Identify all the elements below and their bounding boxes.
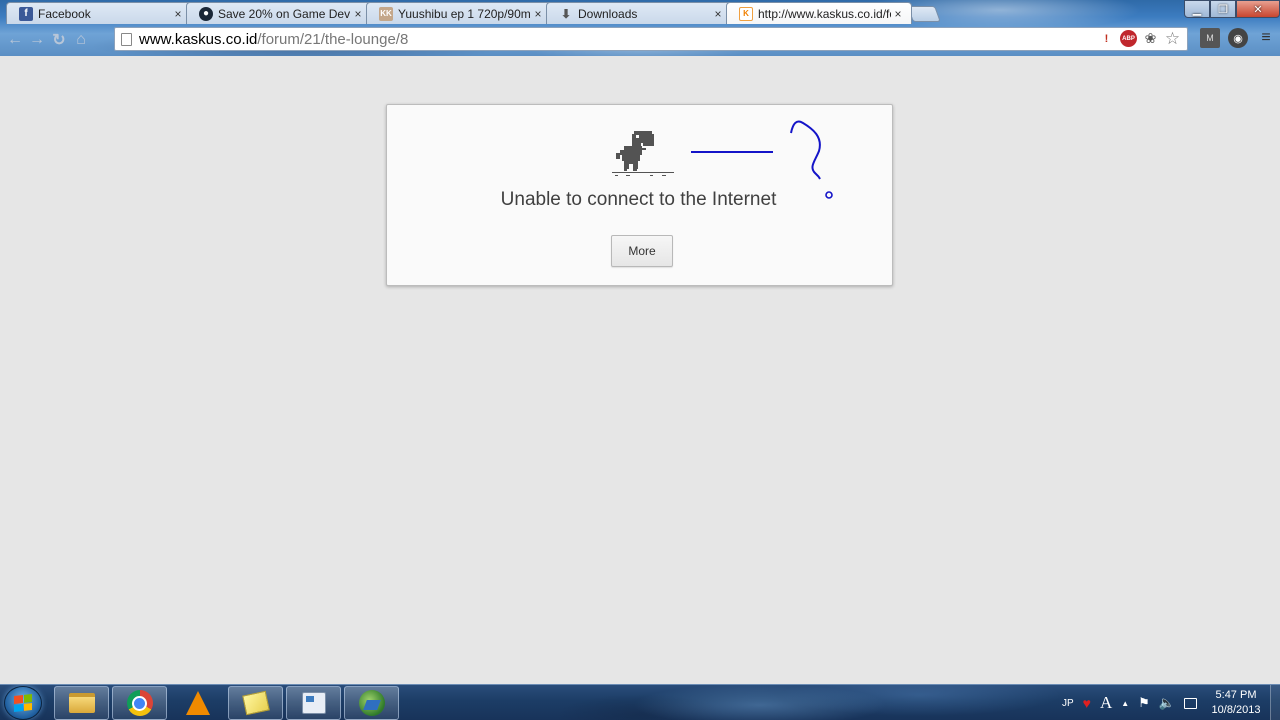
taskbar-sticky-notes[interactable] bbox=[228, 686, 283, 720]
windows-logo-icon bbox=[14, 694, 32, 712]
minimize-button[interactable]: ▁ bbox=[1184, 0, 1210, 18]
maximize-button[interactable]: ❐ bbox=[1210, 0, 1236, 18]
menu-icon[interactable]: ≡ bbox=[1256, 28, 1276, 48]
tab-close-icon[interactable]: × bbox=[711, 7, 725, 21]
language-indicator[interactable]: JP bbox=[1062, 698, 1074, 709]
action-center-flag-icon[interactable]: ⚑ bbox=[1138, 695, 1150, 711]
tab-title: Save 20% on Game Dev Tycoon bbox=[218, 6, 351, 21]
error-message: Unable to connect to the Internet bbox=[500, 189, 777, 210]
offline-dino-icon bbox=[612, 131, 674, 176]
network-icon[interactable] bbox=[1184, 697, 1197, 709]
vlc-icon bbox=[185, 691, 210, 715]
volume-icon[interactable]: 🔈 bbox=[1159, 695, 1175, 711]
clock-date: 10/8/2013 bbox=[1211, 704, 1261, 716]
omnibox-icons: ! ABP ❀ ☆ bbox=[1098, 29, 1181, 48]
url-host: www.kaskus.co.id bbox=[139, 30, 258, 48]
taskbar-remote-desktop[interactable] bbox=[286, 686, 341, 720]
reload-button[interactable]: ↻ bbox=[48, 29, 70, 51]
start-button[interactable] bbox=[4, 686, 42, 720]
m-extension-icon[interactable]: M bbox=[1200, 28, 1220, 48]
adblock-icon[interactable]: ABP bbox=[1120, 30, 1137, 47]
ime-mode-indicator[interactable]: A bbox=[1100, 693, 1112, 713]
remote-desktop-icon bbox=[301, 692, 326, 714]
show-desktop-button[interactable] bbox=[1270, 685, 1280, 720]
steam-icon: ● bbox=[199, 6, 213, 21]
tab-downloads[interactable]: ⬇ Downloads × bbox=[546, 2, 732, 24]
download-manager-icon bbox=[358, 690, 385, 716]
doodle-question-mark bbox=[790, 120, 821, 180]
page-viewport: Unable to connect to the Internet More bbox=[0, 56, 1280, 684]
tab-yuushibu[interactable]: KK Yuushibu ep 1 720p/90mb × bbox=[366, 2, 552, 24]
folder-icon bbox=[68, 693, 95, 713]
tab-title: Yuushibu ep 1 720p/90mb bbox=[398, 6, 531, 21]
clock[interactable]: 5:47 PM 10/8/2013 bbox=[1206, 688, 1266, 718]
taskbar-explorer[interactable] bbox=[54, 686, 109, 720]
chrome-icon bbox=[126, 690, 153, 716]
forward-button[interactable]: → bbox=[26, 29, 48, 51]
new-tab-button[interactable] bbox=[907, 6, 941, 22]
tab-close-icon[interactable]: × bbox=[351, 7, 365, 21]
address-bar[interactable]: www.kaskus.co.id /forum/21/the-lounge/8 … bbox=[114, 27, 1188, 51]
tab-close-icon[interactable]: × bbox=[891, 7, 905, 21]
globe-extension-icon[interactable]: ◉ bbox=[1228, 28, 1248, 48]
kaskus-kk-icon: KK bbox=[379, 6, 393, 21]
alert-icon[interactable]: ! bbox=[1098, 30, 1115, 47]
system-tray: JP ♥ A ▲ ⚑ 🔈 5:47 PM 10/8/2013 bbox=[1062, 685, 1280, 720]
download-icon: ⬇ bbox=[560, 6, 572, 21]
more-button[interactable]: More bbox=[611, 235, 673, 267]
browser-toolbar: ← → ↻ ⌂ www.kaskus.co.id /forum/21/the-l… bbox=[0, 24, 1280, 56]
windows-taskbar: JP ♥ A ▲ ⚑ 🔈 5:47 PM 10/8/2013 bbox=[0, 684, 1280, 720]
facebook-icon: f bbox=[19, 6, 33, 21]
tab-steam[interactable]: ● Save 20% on Game Dev Tycoon × bbox=[186, 2, 372, 24]
show-hidden-icons-button[interactable]: ▲ bbox=[1121, 699, 1129, 708]
back-button[interactable]: ← bbox=[4, 29, 26, 51]
browser-chrome: f Facebook × ● Save 20% on Game Dev Tyco… bbox=[0, 0, 1280, 56]
taskbar-chrome[interactable] bbox=[112, 686, 167, 720]
extension-icons: M ◉ ≡ bbox=[1200, 28, 1276, 48]
tab-title: Downloads bbox=[578, 6, 638, 21]
taskbar-vlc[interactable] bbox=[170, 686, 225, 720]
tab-kaskus-active[interactable]: K http://www.kaskus.co.id/forum/21/the-l… bbox=[726, 2, 912, 24]
page-icon bbox=[121, 32, 132, 46]
taskbar-idm[interactable] bbox=[344, 686, 399, 720]
tab-title: http://www.kaskus.co.id/forum/21/the-lou… bbox=[758, 6, 891, 21]
bookmark-star-icon[interactable]: ☆ bbox=[1164, 29, 1181, 48]
kaskus-icon: K bbox=[739, 6, 753, 21]
tab-close-icon[interactable]: × bbox=[531, 7, 545, 21]
tab-facebook[interactable]: f Facebook × bbox=[6, 2, 192, 24]
tab-close-icon[interactable]: × bbox=[171, 7, 185, 21]
close-window-button[interactable]: ✕ bbox=[1236, 0, 1280, 18]
home-button[interactable]: ⌂ bbox=[70, 29, 92, 51]
error-card: Unable to connect to the Internet More bbox=[386, 104, 893, 286]
sticky-notes-icon bbox=[241, 690, 270, 716]
clock-time: 5:47 PM bbox=[1215, 689, 1257, 701]
lightbulb-icon[interactable]: ❀ bbox=[1142, 30, 1159, 47]
url-path: /forum/21/the-lounge/8 bbox=[257, 30, 409, 48]
tab-strip: f Facebook × ● Save 20% on Game Dev Tyco… bbox=[0, 0, 1180, 24]
tab-title: Facebook bbox=[38, 6, 91, 21]
window-controls: ▁ ❐ ✕ bbox=[1184, 0, 1280, 18]
tray-heart-icon[interactable]: ♥ bbox=[1083, 695, 1091, 711]
